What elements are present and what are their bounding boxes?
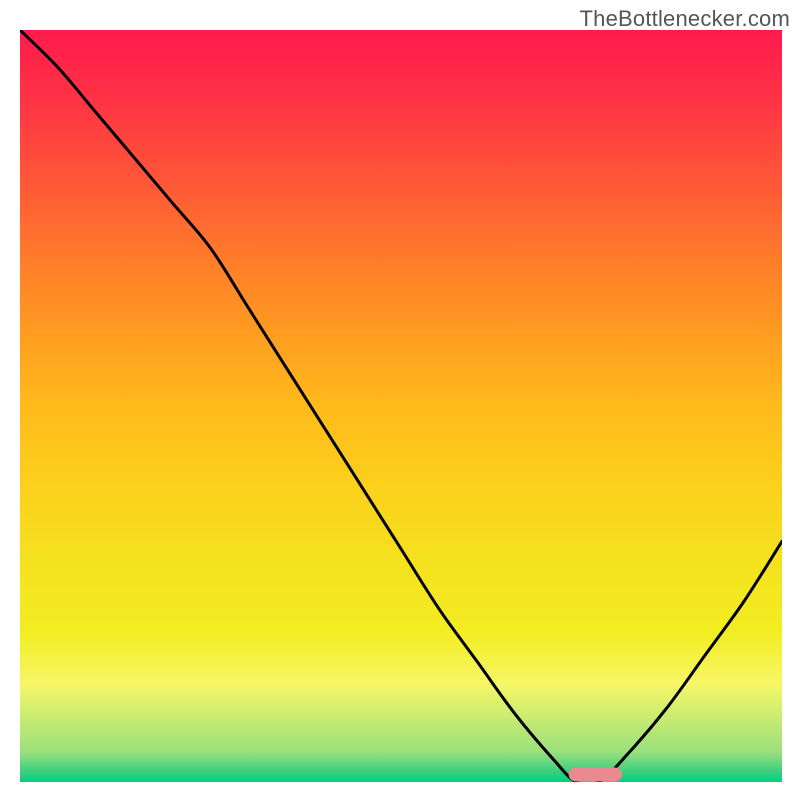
chart-svg — [20, 30, 782, 782]
watermark-label: TheBottlenecker.com — [580, 6, 790, 32]
chart-plot-area — [20, 30, 782, 782]
chart-minimum-marker — [569, 767, 622, 781]
chart-background — [20, 30, 782, 782]
